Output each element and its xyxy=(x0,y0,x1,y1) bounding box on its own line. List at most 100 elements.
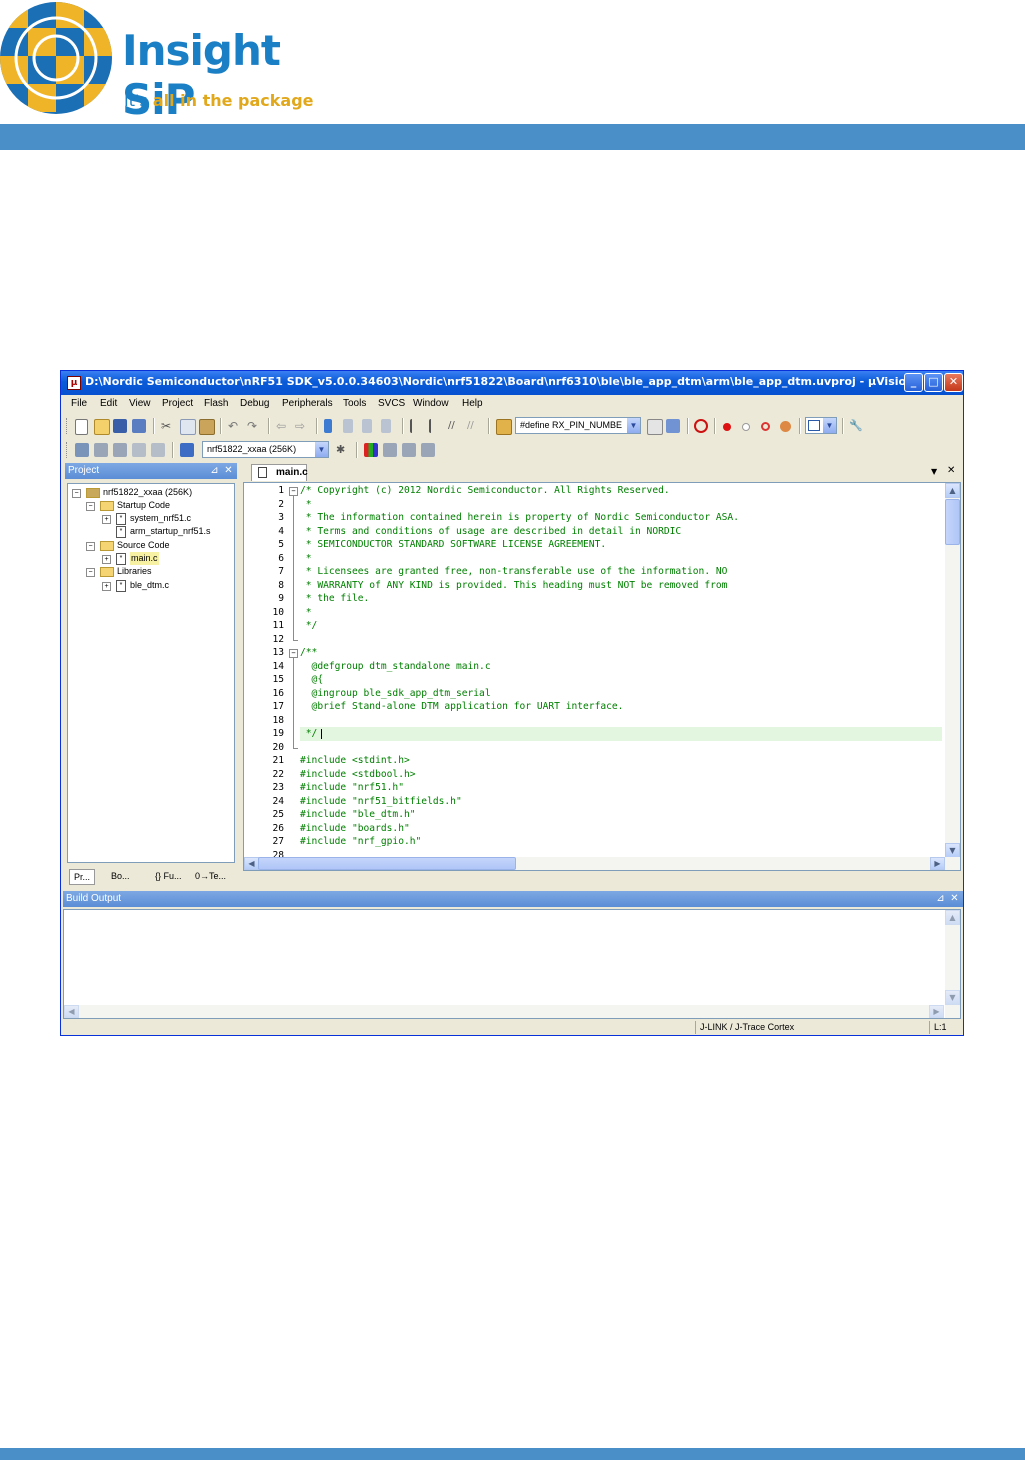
chevron-down-icon[interactable]: ▼ xyxy=(315,442,328,457)
menu-tools[interactable]: Tools xyxy=(343,398,366,409)
expand-icon[interactable]: + xyxy=(102,515,111,524)
uncomment-icon[interactable]: // xyxy=(467,419,481,433)
scroll-right-icon[interactable]: ▶ xyxy=(930,857,945,870)
collapse-icon[interactable]: − xyxy=(86,502,95,511)
open-folder-icon[interactable] xyxy=(94,419,110,435)
unindent-icon[interactable] xyxy=(429,419,445,433)
code-line[interactable]: #include <stdbool.h> xyxy=(300,768,416,782)
code-line[interactable]: */ xyxy=(300,619,318,633)
close-icon[interactable]: ✕ xyxy=(223,465,234,476)
paste-icon[interactable] xyxy=(199,419,215,435)
code-area[interactable]: 1 /* Copyright (c) 2012 Nordic Semiconduc… xyxy=(244,483,944,870)
indent-icon[interactable] xyxy=(410,419,426,433)
menu-edit[interactable]: Edit xyxy=(100,398,117,409)
code-line[interactable]: * Terms and conditions of usage are desc… xyxy=(300,525,681,539)
code-line[interactable]: @{ xyxy=(300,673,324,687)
scroll-right-icon[interactable]: ▶ xyxy=(929,1005,944,1018)
undo-icon[interactable]: ↶ xyxy=(228,419,242,433)
code-line[interactable]: * Licensees are granted free, non-transf… xyxy=(300,565,728,579)
menu-debug[interactable]: Debug xyxy=(240,398,269,409)
code-line[interactable]: * xyxy=(300,498,312,512)
code-line[interactable]: #include <stdint.h> xyxy=(300,754,410,768)
target-options-icon[interactable]: ✱ xyxy=(336,443,350,457)
new-file-icon[interactable] xyxy=(75,419,88,435)
bookmark-prev-icon[interactable] xyxy=(343,419,353,433)
expand-icon[interactable]: + xyxy=(102,555,111,564)
bookmark-next-icon[interactable] xyxy=(362,419,372,433)
comment-icon[interactable]: // xyxy=(448,419,462,433)
scroll-down-icon[interactable]: ▼ xyxy=(945,990,960,1005)
tab-books[interactable]: Bo... xyxy=(111,869,130,883)
disable-breakpoint-icon[interactable] xyxy=(742,423,750,431)
tab-templates[interactable]: 0→Te... xyxy=(195,869,226,883)
toolbar-grip[interactable] xyxy=(66,418,70,434)
horizontal-scrollbar[interactable]: ◀ ▶ xyxy=(64,1005,944,1018)
window-layout-combo[interactable]: ▼ xyxy=(805,417,837,434)
code-line[interactable]: @brief Stand-alone DTM application for U… xyxy=(300,700,624,714)
configure-icon[interactable]: 🔧 xyxy=(849,419,863,433)
build-output-text[interactable]: ▲ ▼ ◀ ▶ xyxy=(63,909,961,1019)
find-icon[interactable] xyxy=(647,419,663,435)
menu-peripherals[interactable]: Peripherals xyxy=(282,398,333,409)
batch-build-icon[interactable] xyxy=(132,443,146,457)
tab-main-c[interactable]: main.c xyxy=(251,464,308,481)
menu-svcs[interactable]: SVCS xyxy=(378,398,405,409)
scroll-up-icon[interactable]: ▲ xyxy=(945,483,960,498)
vertical-scrollbar[interactable]: ▲ ▼ xyxy=(945,910,960,1018)
app-icon[interactable]: µ xyxy=(67,376,81,390)
fold-icon[interactable]: − xyxy=(289,487,298,496)
scroll-left-icon[interactable]: ◀ xyxy=(244,857,259,870)
toolbar-grip[interactable] xyxy=(66,442,70,458)
save-icon[interactable] xyxy=(113,419,127,433)
minimize-button[interactable]: _ xyxy=(904,373,923,392)
tab-project[interactable]: Pr... xyxy=(69,869,96,885)
chevron-down-icon[interactable]: ▼ xyxy=(627,418,640,433)
scroll-up-icon[interactable]: ▲ xyxy=(945,910,960,925)
horizontal-scrollbar[interactable]: ◀ ▶ xyxy=(244,857,960,870)
maximize-button[interactable]: □ xyxy=(924,373,943,392)
vertical-scrollbar[interactable]: ▲ ▼ xyxy=(945,483,960,858)
pin-icon[interactable]: ⊿ xyxy=(209,465,220,476)
stop-build-icon[interactable] xyxy=(151,443,165,457)
cut-icon[interactable]: ✂ xyxy=(161,419,175,433)
scroll-left-icon[interactable]: ◀ xyxy=(64,1005,79,1018)
tab-functions[interactable]: {} Fu... xyxy=(155,869,182,883)
manage-components-icon[interactable] xyxy=(364,443,378,457)
close-icon[interactable]: ✕ xyxy=(947,465,955,476)
code-line[interactable]: #include "nrf_gpio.h" xyxy=(300,835,421,849)
code-line[interactable]: /* Copyright (c) 2012 Nordic Semiconduct… xyxy=(300,484,670,498)
rebuild-icon[interactable] xyxy=(113,443,127,457)
select-packs-icon[interactable] xyxy=(383,443,397,457)
code-line[interactable]: * SEMICONDUCTOR STANDARD SOFTWARE LICENS… xyxy=(300,538,606,552)
chevron-down-icon[interactable]: ▼ xyxy=(931,467,937,476)
collapse-icon[interactable]: − xyxy=(86,568,95,577)
code-line[interactable]: * xyxy=(300,552,312,566)
code-line[interactable]: #include "nrf51.h" xyxy=(300,781,404,795)
collapse-icon[interactable]: − xyxy=(72,489,81,498)
find-in-files-icon[interactable] xyxy=(496,419,512,435)
incremental-find-icon[interactable] xyxy=(666,419,680,433)
bookmark-clear-icon[interactable] xyxy=(381,419,391,433)
scroll-thumb[interactable] xyxy=(258,857,516,870)
code-line[interactable]: @defgroup dtm_standalone main.c xyxy=(300,660,491,674)
expand-icon[interactable]: + xyxy=(102,582,111,591)
bookmark-icon[interactable] xyxy=(324,419,332,433)
manage-runtime-icon[interactable] xyxy=(402,443,416,457)
save-all-icon[interactable] xyxy=(132,419,146,433)
code-line[interactable]: * xyxy=(300,606,312,620)
code-line[interactable]: /** xyxy=(300,646,317,660)
download-icon[interactable] xyxy=(180,443,194,457)
menu-view[interactable]: View xyxy=(129,398,151,409)
code-line[interactable]: #include "nrf51_bitfields.h" xyxy=(300,795,462,809)
nav-back-icon[interactable]: ⇦ xyxy=(276,419,290,433)
code-line[interactable]: * the file. xyxy=(300,592,370,606)
pin-icon[interactable]: ⊿ xyxy=(935,893,946,904)
close-button[interactable]: ✕ xyxy=(944,373,963,392)
clear-breakpoints-icon[interactable] xyxy=(761,422,770,431)
close-icon[interactable]: ✕ xyxy=(949,893,960,904)
pack-installer-icon[interactable] xyxy=(421,443,435,457)
collapse-icon[interactable]: − xyxy=(86,542,95,551)
target-combo[interactable]: nrf51822_xxaa (256K) ▼ xyxy=(202,441,329,458)
code-line[interactable]: #include "boards.h" xyxy=(300,822,410,836)
menu-flash[interactable]: Flash xyxy=(204,398,228,409)
